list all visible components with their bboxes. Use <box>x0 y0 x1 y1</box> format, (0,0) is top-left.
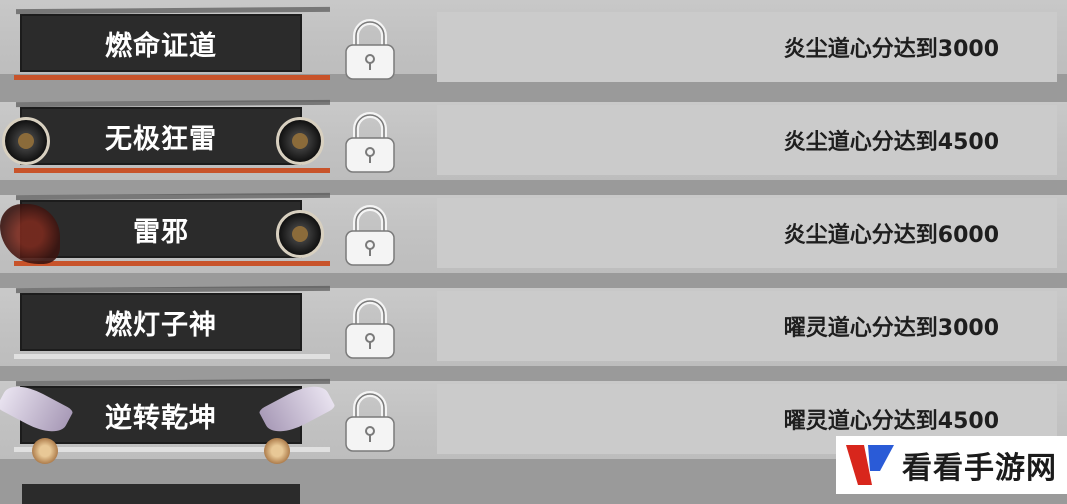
title-plate-partial <box>22 484 300 504</box>
achievement-title: 雷邪 <box>133 216 189 248</box>
achievement-title: 无极狂雷 <box>105 123 217 155</box>
achievement-row[interactable]: 无极狂雷 炎尘道心分达到4500 <box>0 101 1067 179</box>
achievement-row[interactable]: 雷邪 炎尘道心分达到6000 <box>0 194 1067 272</box>
title-plate: 雷邪 <box>14 202 330 266</box>
title-plate: 无极狂雷 <box>14 109 330 173</box>
watermark: 看看手游网 <box>836 436 1067 494</box>
orb-icon <box>264 438 290 464</box>
padlock-icon <box>345 112 395 173</box>
bagua-badge-icon <box>276 117 324 165</box>
achievement-title: 燃命证道 <box>105 30 217 62</box>
bagua-badge-icon <box>276 210 324 258</box>
padlock-icon <box>345 391 395 452</box>
plate-underline <box>14 75 330 80</box>
achievement-row[interactable]: 燃命证道 炎尘道心分达到3000 <box>0 8 1067 86</box>
requirement-text: 炎尘道心分达到4500 <box>783 130 999 155</box>
padlock-icon <box>345 19 395 80</box>
plate-underline <box>14 168 330 173</box>
requirement-text: 炎尘道心分达到6000 <box>783 223 999 248</box>
plate-underline <box>14 261 330 266</box>
kk-logo-icon <box>846 445 894 485</box>
orb-icon <box>32 438 58 464</box>
achievement-row[interactable]: 燃灯子神 曜灵道心分达到3000 <box>0 287 1067 365</box>
watermark-text: 看看手游网 <box>902 451 1057 486</box>
bagua-badge-icon <box>2 117 50 165</box>
requirement-text: 曜灵道心分达到3000 <box>783 316 999 341</box>
padlock-icon <box>345 205 395 266</box>
requirement-text: 炎尘道心分达到3000 <box>783 37 999 62</box>
plate-underline <box>14 354 330 359</box>
padlock-icon <box>345 298 395 359</box>
title-plate: 燃命证道 <box>14 16 330 80</box>
achievement-title: 燃灯子神 <box>105 309 217 341</box>
title-plate: 燃灯子神 <box>14 295 330 359</box>
